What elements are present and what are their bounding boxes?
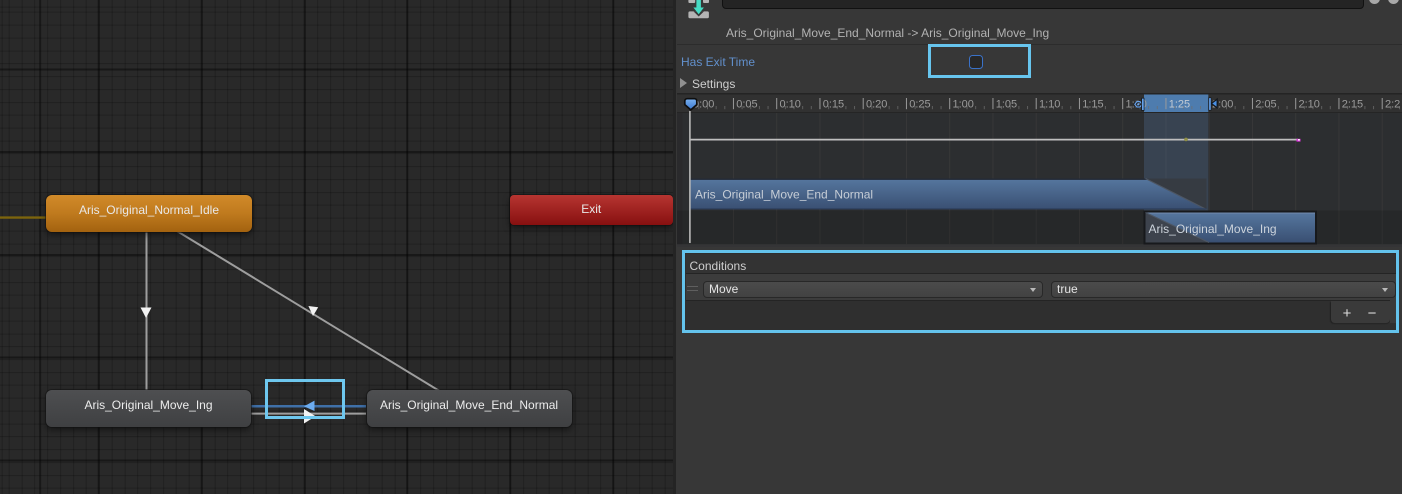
svg-text:0:25: 0:25 [909, 99, 930, 111]
svg-text:Aris_Original_Move_Ing: Aris_Original_Move_Ing [1149, 222, 1277, 236]
svg-text:0:15: 0:15 [823, 99, 844, 111]
svg-text:2:10: 2:10 [1299, 99, 1320, 111]
svg-text:1:10: 1:10 [1039, 99, 1060, 111]
svg-text:0:05: 0:05 [736, 99, 757, 111]
svg-text:1:00: 1:00 [953, 99, 974, 111]
svg-text:1:05: 1:05 [996, 99, 1017, 111]
svg-text:2:05: 2:05 [1255, 99, 1276, 111]
svg-text:Aris_Original_Move_End_Normal: Aris_Original_Move_End_Normal [695, 188, 873, 202]
svg-text:2:2: 2:2 [1385, 99, 1400, 111]
svg-text:1:25: 1:25 [1169, 99, 1190, 111]
svg-text:1:15: 1:15 [1082, 99, 1103, 111]
svg-text:0:10: 0:10 [780, 99, 801, 111]
svg-text:0:20: 0:20 [866, 99, 887, 111]
svg-text:2:15: 2:15 [1342, 99, 1363, 111]
